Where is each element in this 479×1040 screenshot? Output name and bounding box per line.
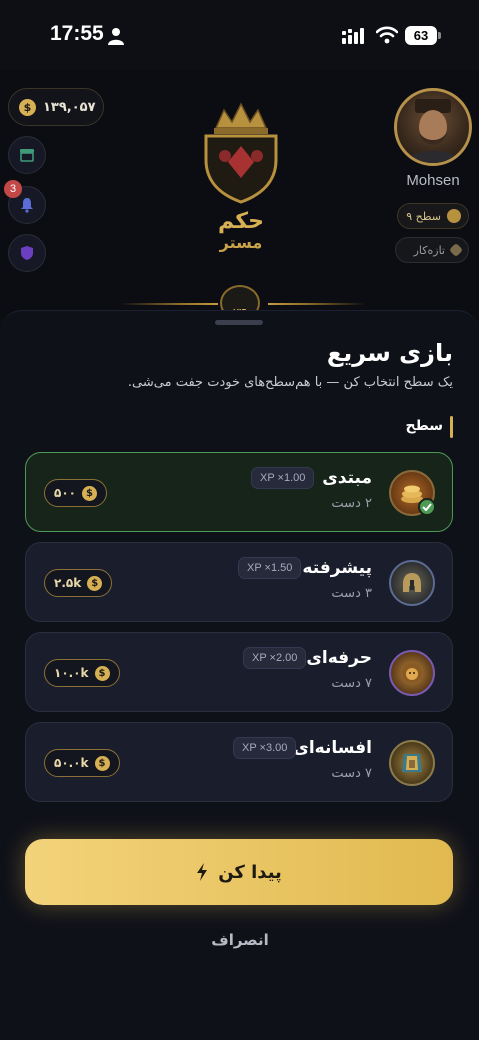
coin-icon: $	[81, 485, 97, 501]
entry-price: ۵۰۰ $	[44, 479, 107, 507]
status-time: 17:55	[50, 22, 104, 45]
section-label: سطح	[405, 418, 444, 434]
sheet-subtitle: یک سطح انتخاب کن — با هم‌سطح‌های خودت جف…	[127, 375, 453, 390]
tier-hands: ۷ دست	[331, 766, 372, 781]
selected-check-icon	[418, 498, 436, 516]
shield-icon	[21, 246, 33, 260]
rank-icon	[448, 242, 464, 258]
coin-icon: $	[94, 665, 110, 681]
tier-card-beginner[interactable]: مبتدی ۲ دست XP ×1.00 ۵۰۰ $	[25, 452, 453, 532]
tier-card-pro[interactable]: حرفه‌ای ۷ دست XP ×2.00 ۱۰.۰k $	[25, 632, 453, 712]
entry-price: ۵۰.۰k $	[44, 749, 120, 777]
wifi-icon	[376, 26, 398, 44]
price-value: ۵۰۰	[54, 486, 76, 500]
find-match-button[interactable]: پیدا کن	[25, 839, 453, 905]
tier-hands: ۳ دست	[331, 586, 372, 601]
avatar[interactable]	[394, 88, 472, 166]
lion-icon	[389, 650, 435, 696]
tier-name: پیشرفته	[302, 558, 372, 578]
tier-hands: ۷ دست	[331, 676, 372, 691]
tier-name: افسانه‌ای	[293, 738, 372, 758]
find-match-label: پیدا کن	[218, 861, 282, 883]
store-icon	[20, 149, 34, 162]
tier-card-advanced[interactable]: پیشرفته ۳ دست XP ×1.50 ۲.۵k $	[25, 542, 453, 622]
price-value: ۲.۵k	[54, 576, 82, 590]
helmet-icon	[389, 560, 435, 606]
status-bar: 17:55 63	[0, 0, 479, 70]
username: Mohsen	[406, 172, 460, 189]
entry-price: ۲.۵k $	[44, 569, 113, 597]
xp-multiplier: XP ×1.00	[251, 467, 315, 489]
pharaoh-icon	[389, 740, 435, 786]
cancel-button[interactable]: انصراف	[140, 931, 340, 949]
coin-balance[interactable]: $ ۱۳۹,۰۵۷	[8, 88, 104, 126]
xp-multiplier: XP ×1.50	[238, 557, 302, 579]
xp-multiplier: XP ×2.00	[243, 647, 307, 669]
shop-button[interactable]	[8, 136, 46, 174]
person-icon	[108, 28, 124, 45]
battery-tip	[438, 32, 441, 39]
section-accent-bar	[450, 416, 453, 438]
portrait-icon	[405, 99, 461, 163]
divider-line	[268, 303, 366, 305]
coin-icon: $	[94, 755, 110, 771]
divider-line	[120, 303, 218, 305]
quick-game-sheet: بازی سریع یک سطح انتخاب کن — با هم‌سطح‌ه…	[0, 310, 479, 1040]
tier-name: حرفه‌ای	[306, 648, 372, 668]
sheet-title: بازی سریع	[326, 339, 453, 367]
coin-icon: $	[19, 98, 36, 116]
tier-hands: ۲ دست	[331, 496, 372, 511]
lightning-icon	[197, 863, 208, 881]
price-value: ۵۰.۰k	[54, 756, 89, 770]
rank-label: تازه‌کار	[413, 243, 445, 257]
bell-icon	[21, 198, 33, 213]
tier-name: مبتدی	[322, 468, 372, 488]
battery-indicator: 63	[405, 26, 437, 45]
signal-icon	[342, 28, 364, 44]
level-label: سطح ۹	[406, 209, 441, 223]
coin-balance-value: ۱۳۹,۰۵۷	[43, 99, 96, 115]
svg-text:مستر: مستر	[219, 233, 263, 252]
coin-icon: $	[87, 575, 103, 591]
notification-badge: 3	[4, 180, 22, 198]
sheet-grabber[interactable]	[215, 320, 263, 325]
tier-card-legendary[interactable]: افسانه‌ای ۷ دست XP ×3.00 ۵۰.۰k $	[25, 722, 453, 802]
clan-button[interactable]	[8, 234, 46, 272]
level-icon	[447, 209, 461, 223]
xp-multiplier: XP ×3.00	[233, 737, 297, 759]
price-value: ۱۰.۰k	[54, 666, 89, 680]
entry-price: ۱۰.۰k $	[44, 659, 120, 687]
level-badge: سطح ۹	[397, 203, 469, 229]
hokm-master-logo: حکم مستر	[204, 102, 278, 252]
rank-badge: تازه‌کار	[395, 237, 469, 263]
svg-text:حکم: حکم	[218, 209, 264, 234]
